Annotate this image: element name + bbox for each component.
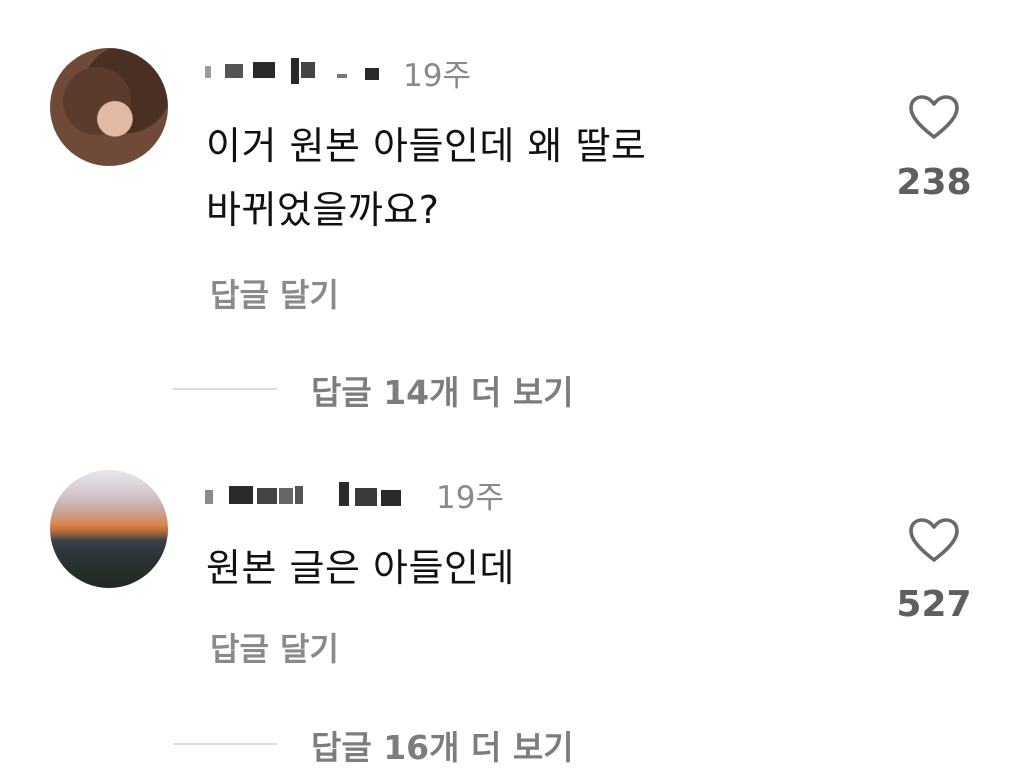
- reply-button[interactable]: 답글 달기: [210, 624, 339, 670]
- like-count: 527: [896, 584, 972, 625]
- view-more-replies[interactable]: 답글 16개 더 보기: [0, 718, 1024, 768]
- comment-time: 19주: [436, 480, 504, 516]
- avatar[interactable]: [50, 470, 168, 588]
- comment-text-line: 원본 글은 아들인데: [206, 546, 515, 590]
- username-blurred[interactable]: [205, 482, 415, 508]
- more-replies-divider: [173, 743, 277, 745]
- heart-outline-icon[interactable]: [908, 517, 960, 563]
- more-replies-label[interactable]: 답글 16개 더 보기: [311, 721, 574, 769]
- comment-item: 19주 원본 글은 아들인데 답글 달기 527 답글 16개 더 보기: [0, 0, 1024, 774]
- comment-text: 원본 글은 아들인데: [206, 536, 515, 600]
